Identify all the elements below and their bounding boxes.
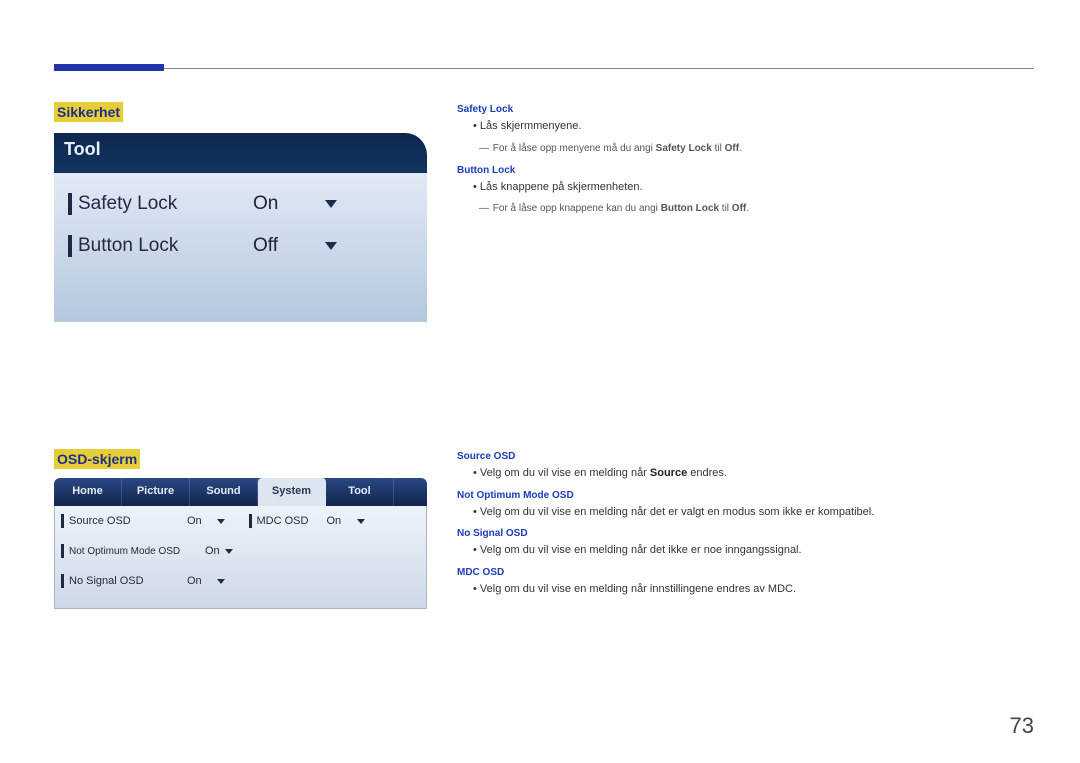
accent-bar <box>54 64 164 71</box>
nosig-osd-title: No Signal OSD <box>457 526 1017 541</box>
tool-panel-body: Safety Lock On Button Lock Off <box>54 173 427 322</box>
tab-home[interactable]: Home <box>54 478 122 506</box>
chevron-down-icon[interactable] <box>357 519 365 524</box>
mdc-osd-label: MDC OSD <box>257 515 327 527</box>
button-lock-title: Button Lock <box>457 163 1017 178</box>
mdc-osd-row: MDC OSD On <box>243 506 427 536</box>
row-indicator <box>68 235 72 257</box>
notopt-osd-label: Not Optimum Mode OSD <box>69 546 205 557</box>
notopt-osd-bullets: Velg om du vil vise en melding når det e… <box>473 504 1017 521</box>
list-item: Velg om du vil vise en melding når det i… <box>473 542 1017 559</box>
button-lock-value: Off <box>253 235 325 257</box>
tab-tool[interactable]: Tool <box>326 478 394 506</box>
source-osd-row: Source OSD On <box>55 506 239 536</box>
sikkerhet-description: Safety Lock Lås skjermmenyene. ― For å l… <box>457 102 1017 217</box>
chevron-down-icon[interactable] <box>217 579 225 584</box>
safety-lock-bullets: Lås skjermmenyene. <box>473 118 1017 135</box>
osd-tabs: Home Picture Sound System Tool <box>54 478 427 506</box>
row-indicator <box>68 193 72 215</box>
safety-lock-select[interactable]: On <box>253 193 337 215</box>
source-osd-value: On <box>187 515 217 527</box>
chevron-down-icon <box>325 200 337 208</box>
safety-lock-title: Safety Lock <box>457 102 1017 117</box>
note-bold: Safety Lock <box>656 143 712 154</box>
note-bold: Off <box>725 143 739 154</box>
bold-text: Source <box>650 467 687 479</box>
nosig-osd-value: On <box>187 575 217 587</box>
page-number: 73 <box>1010 713 1034 739</box>
row-indicator <box>61 544 64 558</box>
source-osd-title: Source OSD <box>457 449 1017 464</box>
tab-picture[interactable]: Picture <box>122 478 190 506</box>
list-item: Velg om du vil vise en melding når Sourc… <box>473 465 1017 482</box>
nosig-osd-row: No Signal OSD On <box>55 566 239 596</box>
button-lock-row: Button Lock Off <box>68 235 413 257</box>
chevron-down-icon[interactable] <box>217 519 225 524</box>
osd-description: Source OSD Velg om du vil vise en meldin… <box>457 449 1017 603</box>
list-item: Velg om du vil vise en melding når innst… <box>473 581 1017 598</box>
osd-panel: Home Picture Sound System Tool Source OS… <box>54 478 427 612</box>
mdc-osd-bullets: Velg om du vil vise en melding når innst… <box>473 581 1017 598</box>
safety-lock-label: Safety Lock <box>78 193 253 215</box>
tab-sound[interactable]: Sound <box>190 478 258 506</box>
mdc-osd-title: MDC OSD <box>457 565 1017 580</box>
safety-lock-value: On <box>253 193 325 215</box>
notopt-osd-title: Not Optimum Mode OSD <box>457 488 1017 503</box>
sikkerhet-heading: Sikkerhet <box>54 102 123 122</box>
note-text: . <box>746 203 749 214</box>
text: endres. <box>687 467 727 479</box>
list-item: Velg om du vil vise en melding når det e… <box>473 504 1017 521</box>
notopt-osd-value: On <box>205 545 225 557</box>
list-item: Lås knappene på skjermenheten. <box>473 179 1017 196</box>
button-lock-bullets: Lås knappene på skjermenheten. <box>473 179 1017 196</box>
note-bold: Off <box>732 203 746 214</box>
button-lock-label: Button Lock <box>78 235 253 257</box>
list-item: Lås skjermmenyene. <box>473 118 1017 135</box>
text: Velg om du vil vise en melding når <box>480 467 650 479</box>
note-text: til <box>719 203 732 214</box>
tool-panel: Tool Safety Lock On Button Lock Off <box>54 133 427 305</box>
note-text: For å låse opp knappene kan du angi <box>493 203 661 214</box>
row-indicator <box>61 514 64 528</box>
nosig-osd-label: No Signal OSD <box>69 575 187 587</box>
note-bold: Button Lock <box>661 203 719 214</box>
osd-body: Source OSD On MDC OSD On Not Optimum Mod… <box>54 506 427 609</box>
nosig-osd-bullets: Velg om du vil vise en melding når det i… <box>473 542 1017 559</box>
safety-lock-row: Safety Lock On <box>68 193 413 215</box>
row-indicator <box>61 574 64 588</box>
mdc-osd-value: On <box>327 515 357 527</box>
row-indicator <box>249 514 252 528</box>
chevron-down-icon <box>325 242 337 250</box>
button-lock-note: ― For å låse opp knappene kan du angi Bu… <box>479 201 1017 217</box>
chevron-down-icon[interactable] <box>225 549 233 554</box>
tab-system[interactable]: System <box>258 478 326 506</box>
source-osd-bullets: Velg om du vil vise en melding når Sourc… <box>473 465 1017 482</box>
note-text: For å låse opp menyene må du angi <box>493 143 656 154</box>
note-text: . <box>739 143 742 154</box>
header-rule <box>164 68 1034 69</box>
osd-heading: OSD-skjerm <box>54 449 140 469</box>
button-lock-select[interactable]: Off <box>253 235 337 257</box>
source-osd-label: Source OSD <box>69 515 187 527</box>
notopt-osd-row: Not Optimum Mode OSD On <box>55 536 239 566</box>
tool-panel-header: Tool <box>54 133 427 173</box>
note-text: til <box>712 143 725 154</box>
safety-lock-note: ― For å låse opp menyene må du angi Safe… <box>479 141 1017 157</box>
